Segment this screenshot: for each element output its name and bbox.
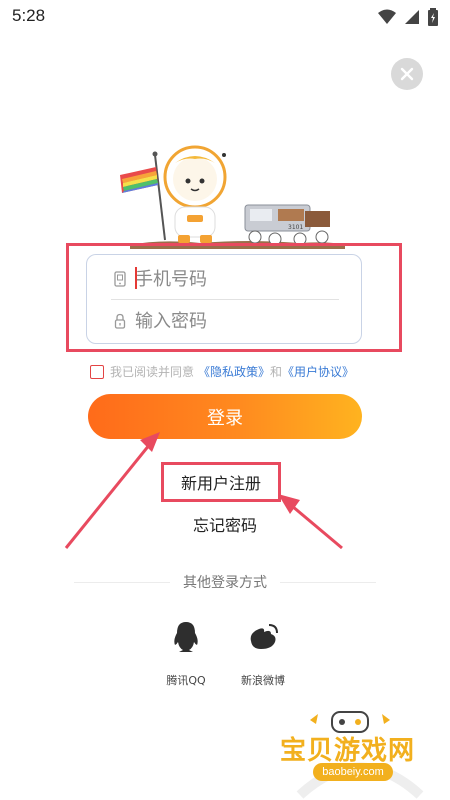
status-icons	[378, 8, 438, 30]
forgot-password-link[interactable]: 忘记密码	[165, 510, 285, 538]
other-login-divider: 其他登录方式	[74, 570, 376, 594]
register-link[interactable]: 新用户注册	[161, 462, 281, 502]
status-time: 5:28	[12, 6, 46, 25]
watermark-text: 宝贝游戏网	[280, 736, 416, 766]
text-cursor	[135, 267, 137, 289]
agreement-row: 我已阅读并同意 《隐私政策》 和 《用户协议》	[90, 363, 354, 380]
close-icon	[400, 67, 414, 81]
weibo-login-button[interactable]: 新浪微博	[228, 618, 298, 688]
arrow-to-login	[64, 443, 152, 549]
agreement-checkbox[interactable]	[90, 364, 104, 379]
qq-login-label: 腾讯QQ	[166, 674, 206, 687]
weibo-login-label: 新浪微博	[241, 674, 285, 687]
password-input-row	[87, 299, 361, 343]
qq-login-button[interactable]: 腾讯QQ	[151, 618, 221, 688]
phone-input-row	[87, 257, 361, 301]
login-button[interactable]: 登录	[88, 394, 362, 439]
password-input[interactable]	[135, 310, 355, 332]
lock-icon	[111, 312, 129, 330]
qq-penguin-icon	[167, 618, 205, 656]
svg-text:3101: 3101	[288, 224, 303, 231]
close-button[interactable]	[391, 58, 423, 90]
divider-line-right	[280, 582, 376, 583]
wifi-icon	[378, 9, 396, 29]
user-agreement-link[interactable]: 《用户协议》	[282, 363, 354, 380]
watermark-url: baobeiy.com	[313, 763, 393, 781]
cellular-signal-icon	[404, 9, 420, 29]
agreement-conjunction: 和	[270, 365, 283, 379]
phone-input[interactable]	[135, 268, 355, 290]
weibo-icon	[244, 618, 282, 656]
status-bar: 5:28	[0, 0, 450, 34]
arrow-to-register	[291, 504, 343, 550]
login-input-card	[86, 254, 362, 344]
astronaut-illustration: 3101	[120, 145, 345, 249]
agreement-prefix: 我已阅读并同意	[110, 365, 195, 379]
battery-icon	[428, 8, 438, 30]
privacy-policy-link[interactable]: 《隐私政策》	[198, 363, 270, 380]
phone-icon	[111, 270, 129, 288]
